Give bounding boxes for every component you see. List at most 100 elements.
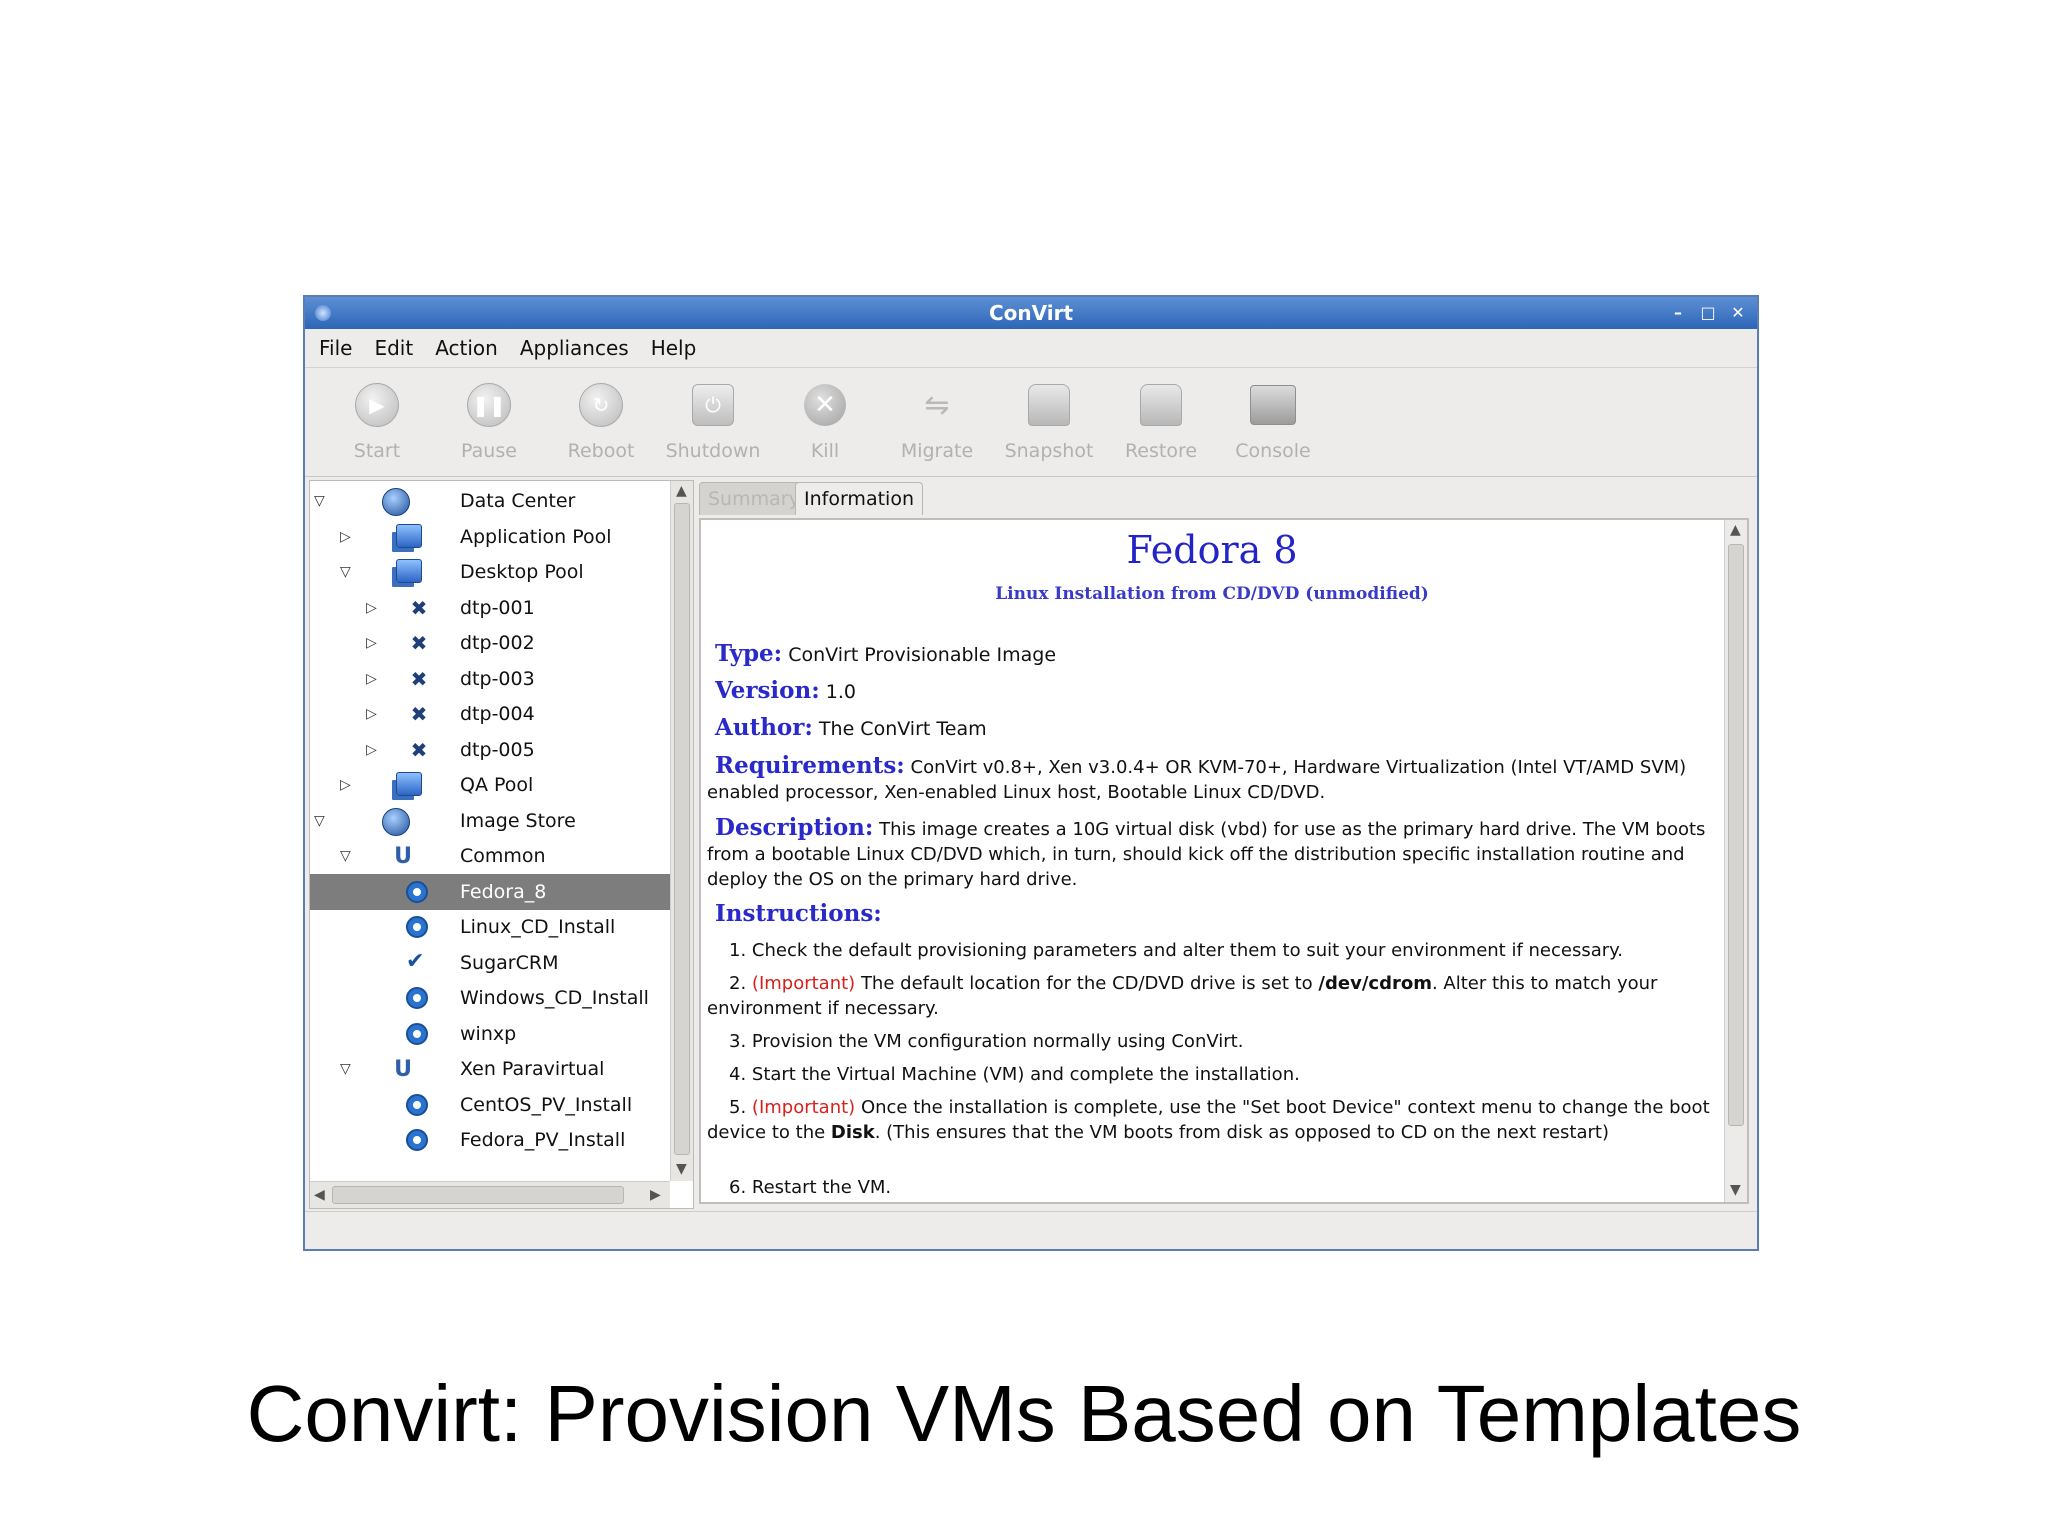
menu-help[interactable]: Help [651, 336, 697, 360]
tree-item[interactable]: CentOS_PV_Install [310, 1087, 670, 1123]
start-button[interactable]: ▶ Start [321, 368, 433, 476]
pause-icon: ❚❚ [467, 383, 511, 427]
migrate-button[interactable]: ⇋ Migrate [881, 368, 993, 476]
expander-closed-icon[interactable]: ▷ [340, 778, 354, 792]
vm-host-icon: ✖ [410, 595, 428, 620]
tree-item-label: Common [460, 845, 546, 867]
maximize-icon[interactable]: □ [1695, 301, 1721, 323]
check-image-icon: ✔ [406, 948, 425, 974]
tree-item[interactable]: ▽ U Xen Paravirtual [310, 1051, 670, 1087]
image-icon [406, 987, 428, 1009]
shutdown-button[interactable]: ⏻ Shutdown [657, 368, 769, 476]
expander-closed-icon[interactable]: ▷ [366, 707, 380, 721]
kill-icon: ✕ [804, 384, 846, 426]
tree-item[interactable]: ▷ ✖ dtp-005 [310, 732, 670, 768]
reboot-button[interactable]: ↻ Reboot [545, 368, 657, 476]
expander-closed-icon[interactable]: ▷ [366, 743, 380, 757]
app-icon [315, 305, 331, 321]
globe-icon [382, 807, 410, 836]
tree-item[interactable]: ▷ ✖ dtp-002 [310, 625, 670, 661]
image-title: Fedora 8 [1126, 528, 1298, 572]
expander-open-icon[interactable]: ▽ [314, 814, 328, 828]
tab-information[interactable]: Information [795, 482, 923, 515]
information-panel: Fedora 8 Linux Installation from CD/DVD … [699, 518, 1749, 1204]
tree-item-label: Xen Paravirtual [460, 1058, 605, 1080]
tree-item[interactable]: ▷ ✖ dtp-004 [310, 696, 670, 732]
instruction-step: 4. Start the Virtual Machine (VM) and co… [729, 1064, 1300, 1085]
scroll-thumb-horizontal[interactable] [332, 1186, 624, 1204]
image-icon [406, 880, 428, 903]
tree-item-label: CentOS_PV_Install [460, 1093, 633, 1116]
kill-button[interactable]: ✕ Kill [769, 368, 881, 476]
toolbar: ▶ Start ❚❚ Pause ↻ Reboot ⏻ Shutdown ✕ K… [305, 368, 1757, 477]
migrate-icon: ⇋ [924, 387, 950, 423]
scroll-thumb[interactable] [674, 503, 690, 1155]
instructions-heading: Instructions: [715, 900, 882, 927]
tree-item[interactable]: ▷ ✖ dtp-001 [310, 590, 670, 626]
server-pool-icon [396, 523, 422, 548]
instruction-step: 3. Provision the VM configuration normal… [729, 1031, 1244, 1052]
pause-button[interactable]: ❚❚ Pause [433, 368, 545, 476]
instruction-step: 1. Check the default provisioning parame… [729, 940, 1623, 961]
reboot-icon: ↻ [579, 383, 623, 427]
expander-closed-icon[interactable]: ▷ [366, 672, 380, 686]
image-group-icon: U [394, 1056, 412, 1082]
scroll-down-icon[interactable]: ▼ [676, 1161, 687, 1177]
snapshot-button[interactable]: Snapshot [993, 368, 1105, 476]
expander-open-icon[interactable]: ▽ [340, 1062, 354, 1076]
tree-horizontal-scrollbar[interactable]: ◀ ▶ [310, 1181, 670, 1208]
vm-host-icon: ✖ [410, 631, 428, 655]
image-icon [406, 1129, 428, 1151]
tree-item-label: Fedora_PV_Install [460, 1129, 626, 1151]
expander-open-icon[interactable]: ▽ [340, 565, 354, 579]
expander-closed-icon[interactable]: ▷ [366, 636, 380, 650]
scroll-left-icon[interactable]: ◀ [314, 1187, 325, 1203]
expander-open-icon[interactable]: ▽ [314, 494, 328, 508]
power-icon: ⏻ [692, 384, 734, 426]
tree-item[interactable]: ▽ Desktop Pool [310, 554, 670, 590]
tree-item[interactable]: ▷ ✖ dtp-003 [310, 661, 670, 697]
scroll-thumb[interactable] [1728, 544, 1744, 1126]
tree-item[interactable]: Fedora_8 [310, 873, 670, 910]
tree-item-label: Data Center [460, 490, 576, 512]
expander-open-icon[interactable]: ▽ [340, 849, 354, 863]
minimize-icon[interactable]: – [1665, 301, 1691, 323]
scroll-right-icon[interactable]: ▶ [650, 1187, 661, 1203]
tree-item[interactable]: ▽ U Common [310, 838, 670, 874]
expander-closed-icon[interactable]: ▷ [366, 601, 380, 615]
tree-item[interactable]: ▷ Application Pool [310, 519, 670, 555]
tree-item-label: dtp-002 [460, 632, 535, 654]
tab-summary[interactable]: Summary [699, 482, 809, 515]
tree-item[interactable]: Fedora_PV_Install [310, 1122, 670, 1158]
tree-vertical-scrollbar[interactable]: ▲ ▼ [670, 481, 693, 1181]
version-field: Version: 1.0 [715, 677, 856, 704]
tree-item[interactable]: ▽ Image Store [310, 803, 670, 839]
instruction-step: 6. Restart the VM. [729, 1177, 892, 1198]
menu-appliances[interactable]: Appliances [520, 336, 629, 360]
scroll-up-icon[interactable]: ▲ [676, 483, 687, 499]
convirt-window: ConVirt – □ ✕ File Edit Action Appliance… [303, 295, 1759, 1251]
tree-item[interactable]: ✔ SugarCRM [310, 945, 670, 981]
scroll-up-icon[interactable]: ▲ [1730, 522, 1741, 538]
restore-button[interactable]: Restore [1105, 368, 1217, 476]
tree-item[interactable]: Windows_CD_Install [310, 980, 670, 1016]
close-icon[interactable]: ✕ [1725, 301, 1751, 323]
tree-item-label: Windows_CD_Install [460, 987, 649, 1009]
tree-item-label: SugarCRM [460, 951, 559, 974]
scroll-down-icon[interactable]: ▼ [1730, 1182, 1741, 1198]
expander-closed-icon[interactable]: ▷ [340, 530, 354, 544]
menu-action[interactable]: Action [435, 336, 498, 360]
tree-item[interactable]: winxp [310, 1016, 670, 1052]
image-icon [406, 1022, 428, 1045]
console-button[interactable]: Console [1217, 368, 1329, 476]
menu-file[interactable]: File [319, 336, 352, 360]
tree-item-label: dtp-004 [460, 703, 535, 725]
menu-edit[interactable]: Edit [374, 336, 413, 360]
tree-item[interactable]: Linux_CD_Install [310, 909, 670, 945]
slide-caption: Convirt: Provision VMs Based on Template… [246, 1369, 1802, 1458]
image-group-icon: U [394, 843, 412, 869]
info-vertical-scrollbar[interactable]: ▲ ▼ [1724, 520, 1747, 1202]
image-subtitle: Linux Installation from CD/DVD (unmodifi… [995, 584, 1429, 604]
tree-item[interactable]: ▷ QA Pool [310, 767, 670, 803]
tree-item[interactable]: ▽ Data Center [310, 483, 670, 519]
